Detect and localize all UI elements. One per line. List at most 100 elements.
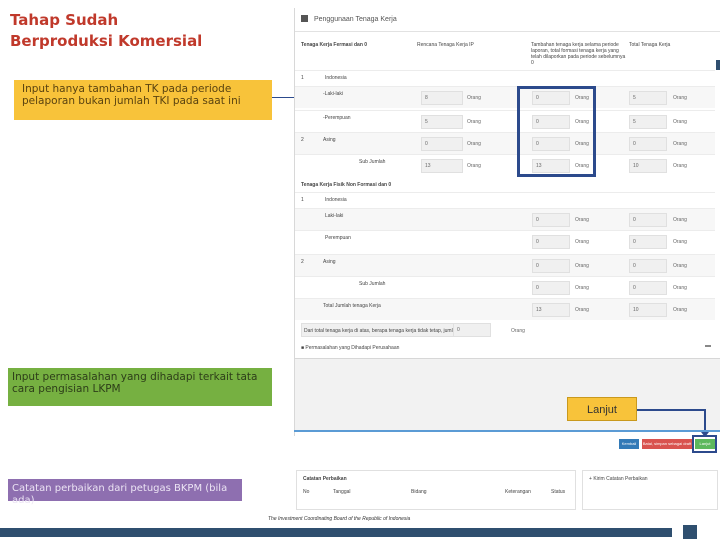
slide-title-line2: Berproduksi Komersial [10, 32, 203, 50]
kirim-catatan-panel: + Kirim Catatan Perbaikan [582, 470, 718, 510]
input-fisik-sub-total[interactable]: 0 [629, 281, 667, 295]
unit-label: Orang [673, 141, 687, 147]
plus-icon: + [589, 476, 592, 482]
batal-draft-button[interactable]: Batal, simpan sebagai draft [642, 439, 692, 449]
unit-label: Orang [467, 95, 481, 101]
row-label: Sub Jumlah [359, 281, 386, 287]
footer-square [683, 525, 697, 539]
catatan-col-tanggal: Tanggal [333, 489, 351, 495]
kirim-catatan-heading[interactable]: + Kirim Catatan Perbaikan [589, 476, 648, 482]
section-title: Penggunaan Tenaga Kerja [313, 16, 397, 23]
unit-label: Orang [673, 263, 687, 269]
users-icon [301, 15, 308, 22]
permasalahan-heading: ■ Permasalahan yang Dihadapi Perusahaan [301, 345, 399, 351]
input-perempuan-total[interactable]: 5 [629, 115, 667, 129]
table-row: Total Jumlah tenaga Kerja 13 Orang 10 Or… [295, 298, 715, 320]
table-row: -Laki-laki 8 Orang 0 Orang 5 Orang [295, 86, 715, 108]
table-row: Perempuan 0 Orang 0 Orang [295, 230, 715, 252]
lanjut-callout: Lanjut [567, 397, 637, 421]
catatan-col-no: No [303, 489, 310, 495]
highlight-box [517, 86, 596, 177]
unit-label: Orang [673, 119, 687, 125]
row-label: Perempuan [325, 235, 351, 241]
unit-label: Orang [673, 239, 687, 245]
catatan-col-keterangan: Keterangan [505, 489, 531, 495]
row-label: Sub Jumlah [359, 159, 386, 165]
row-label: Indonesia [325, 75, 347, 81]
row-label: Total Jumlah tenaga Kerja [323, 303, 381, 309]
bank-icon: ■ [301, 345, 305, 351]
unit-label: Orang [467, 119, 481, 125]
catatan-col-bidang: Bidang [411, 489, 427, 495]
input-laki-total[interactable]: 5 [629, 91, 667, 105]
page-edge-mark [716, 60, 720, 70]
input-sub-rencana[interactable]: 13 [421, 159, 463, 173]
input-fisik-laki-total[interactable]: 0 [629, 213, 667, 227]
col-header-tambahan: Tambahan tenaga kerja selama periode lap… [531, 42, 626, 66]
input-total-tambahan[interactable]: 13 [532, 303, 570, 317]
unit-label: Orang [673, 307, 687, 313]
slide-title: Tahap Sudah Berproduksi Komersial [10, 10, 260, 52]
input-fisik-laki-tambahan[interactable]: 0 [532, 213, 570, 227]
unit-label: Orang [673, 285, 687, 291]
table-row: -Perempuan 5 Orang 0 Orang 5 Orang [295, 110, 715, 132]
input-perempuan-rencana[interactable]: 5 [421, 115, 463, 129]
row-label: Asing [323, 137, 336, 143]
table-row: Sub Jumlah 0 Orang 0 Orang [295, 276, 715, 298]
footer-text: The Investment Coordinating Board of the… [268, 516, 411, 522]
input-fisik-asing-tambahan[interactable]: 0 [532, 259, 570, 273]
input-fisik-sub-tambahan[interactable]: 0 [532, 281, 570, 295]
table-row: 2 Asing 0 Orang 0 Orang 0 Orang [295, 132, 715, 154]
slide-title-line1: Tahap Sudah [10, 11, 119, 29]
unit-label: Orang [575, 263, 589, 269]
callout-permasalahan: Input permasalahan yang dihadapi terkait… [8, 368, 272, 406]
col-header-rencana: Rencana Tenaga Kerja IP [417, 42, 474, 48]
input-fisik-asing-total[interactable]: 0 [629, 259, 667, 273]
lanjut-highlight [692, 435, 717, 453]
input-asing-rencana[interactable]: 0 [421, 137, 463, 151]
permasalahan-title: Permasalahan yang Dihadapi Perusahaan [305, 345, 400, 351]
catatan-heading: Catatan Perbaikan [303, 476, 347, 482]
row-label: Indonesia [325, 197, 347, 203]
input-fisik-perempuan-total[interactable]: 0 [629, 235, 667, 249]
unit-label: Orang [575, 239, 589, 245]
row-number: 2 [301, 137, 304, 143]
callout-tenaga-kerja: Input hanya tambahan TK pada periode pel… [14, 80, 272, 120]
input-tidak-tetap[interactable]: 0 [453, 323, 491, 337]
unit-label: Orang [467, 163, 481, 169]
row-label: Laki-laki [325, 213, 344, 219]
divider [294, 430, 720, 432]
input-total-total[interactable]: 10 [629, 303, 667, 317]
catatan-col-status: Status [551, 489, 566, 495]
col-header-formasi: Tenaga Kerja Fermasi dan 0 [301, 42, 368, 48]
col-header-total: Total Tenaga Kerja [629, 42, 671, 48]
row-label: -Laki-laki [323, 91, 344, 97]
input-asing-total[interactable]: 0 [629, 137, 667, 151]
catatan-panel: Catatan Perbaikan No Tanggal Bidang Kete… [296, 470, 576, 510]
unit-label: Orang [673, 95, 687, 101]
footer-bar [0, 528, 672, 537]
input-sub-total[interactable]: 10 [629, 159, 667, 173]
unit-label: Orang [467, 141, 481, 147]
row-label: -Perempuan [323, 115, 351, 121]
unit-label: Orang [575, 285, 589, 291]
permasalahan-textarea[interactable] [295, 358, 720, 430]
table-row: 2 Asing 0 Orang 0 Orang [295, 254, 715, 276]
row-label: Asing [323, 259, 336, 265]
kembali-button[interactable]: Kembali [619, 439, 639, 449]
unit-label: Orang [673, 217, 687, 223]
callout-catatan: Catatan perbaikan dari petugas BKPM (bil… [8, 479, 242, 506]
input-laki-rencana[interactable]: 8 [421, 91, 463, 105]
arrow-line [637, 409, 705, 411]
unit-label: Orang [575, 307, 589, 313]
collapse-icon[interactable] [705, 345, 711, 347]
section2-label: Tenaga Kerja Fisik Non Formasi dan 0 [301, 182, 392, 188]
kirim-catatan-title: Kirim Catatan Perbaikan [593, 476, 648, 482]
table-row: Laki-laki 0 Orang 0 Orang [295, 208, 715, 230]
unit-label: Orang [575, 217, 589, 223]
input-fisik-perempuan-tambahan[interactable]: 0 [532, 235, 570, 249]
row-number: 1 [301, 75, 304, 81]
row-number: 1 [301, 197, 304, 203]
section-header: Penggunaan Tenaga Kerja [295, 8, 720, 32]
unit-label: Orang [673, 163, 687, 169]
